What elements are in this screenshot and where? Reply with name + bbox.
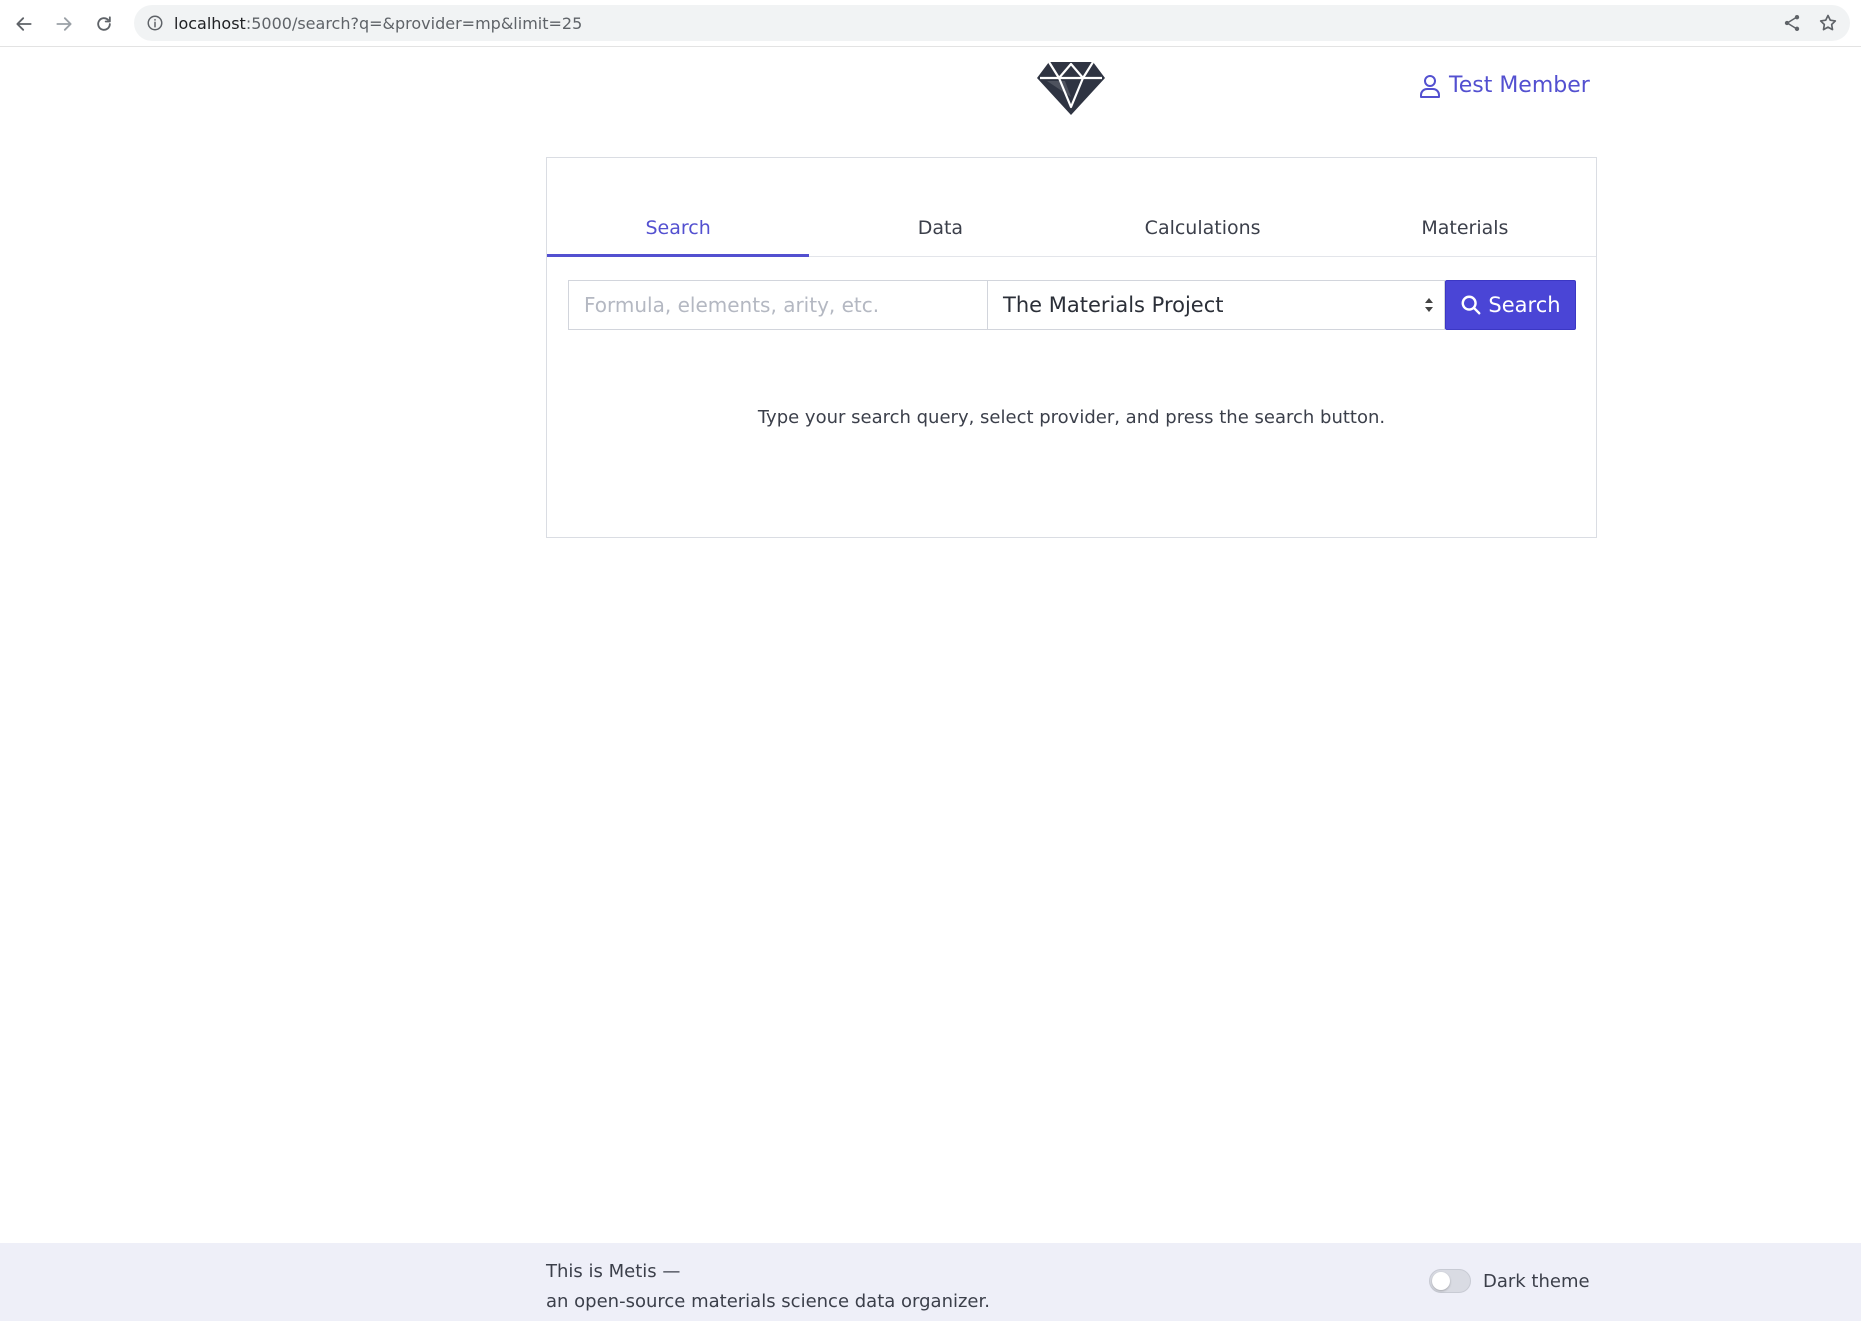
toggle-knob [1432,1272,1450,1290]
back-arrow-icon[interactable] [8,8,40,40]
tab-bar: Search Data Calculations Materials [547,212,1596,257]
dark-theme-label: Dark theme [1483,1270,1590,1292]
footer: This is Metis — an open-source materials… [0,1243,1861,1321]
forward-arrow-icon[interactable] [48,8,80,40]
url-path: :5000/search?q=&provider=mp&limit=25 [245,14,583,33]
tab-data[interactable]: Data [809,212,1071,256]
search-form: The Materials Project Search [568,280,1578,330]
reload-icon[interactable] [88,8,120,40]
search-input[interactable] [568,280,987,330]
search-button-label: Search [1488,293,1561,317]
select-caret-icon [1425,298,1433,312]
tab-calculations[interactable]: Calculations [1072,212,1334,256]
user-icon [1420,74,1440,98]
provider-selected-value: The Materials Project [1003,293,1224,317]
footer-text: This is Metis — an open-source materials… [546,1257,990,1317]
user-profile-link[interactable]: Test Member [1419,73,1590,98]
search-hint: Type your search query, select provider,… [757,407,1386,428]
browser-toolbar: localhost:5000/search?q=&provider=mp&lim… [0,0,1861,47]
bookmark-star-icon[interactable] [1818,13,1838,33]
search-button[interactable]: Search [1445,280,1576,330]
info-icon[interactable] [146,14,164,32]
dark-theme-toggle[interactable]: Dark theme [1429,1269,1590,1293]
address-bar[interactable]: localhost:5000/search?q=&provider=mp&lim… [134,5,1850,41]
tab-search[interactable]: Search [547,212,810,257]
url-text[interactable]: localhost:5000/search?q=&provider=mp&lim… [174,14,582,33]
url-host: localhost [174,14,246,33]
footer-line-1: This is Metis — [546,1261,681,1282]
user-name: Test Member [1449,73,1590,98]
search-card: Search Data Calculations Materials The M… [546,157,1597,538]
share-icon[interactable] [1782,13,1802,33]
search-icon [1461,295,1481,315]
toggle-switch[interactable] [1429,1269,1471,1293]
footer-line-2: an open-source materials science data or… [546,1291,990,1312]
tab-materials[interactable]: Materials [1334,212,1596,256]
provider-select[interactable]: The Materials Project [987,280,1445,330]
diamond-icon[interactable] [1035,59,1107,117]
